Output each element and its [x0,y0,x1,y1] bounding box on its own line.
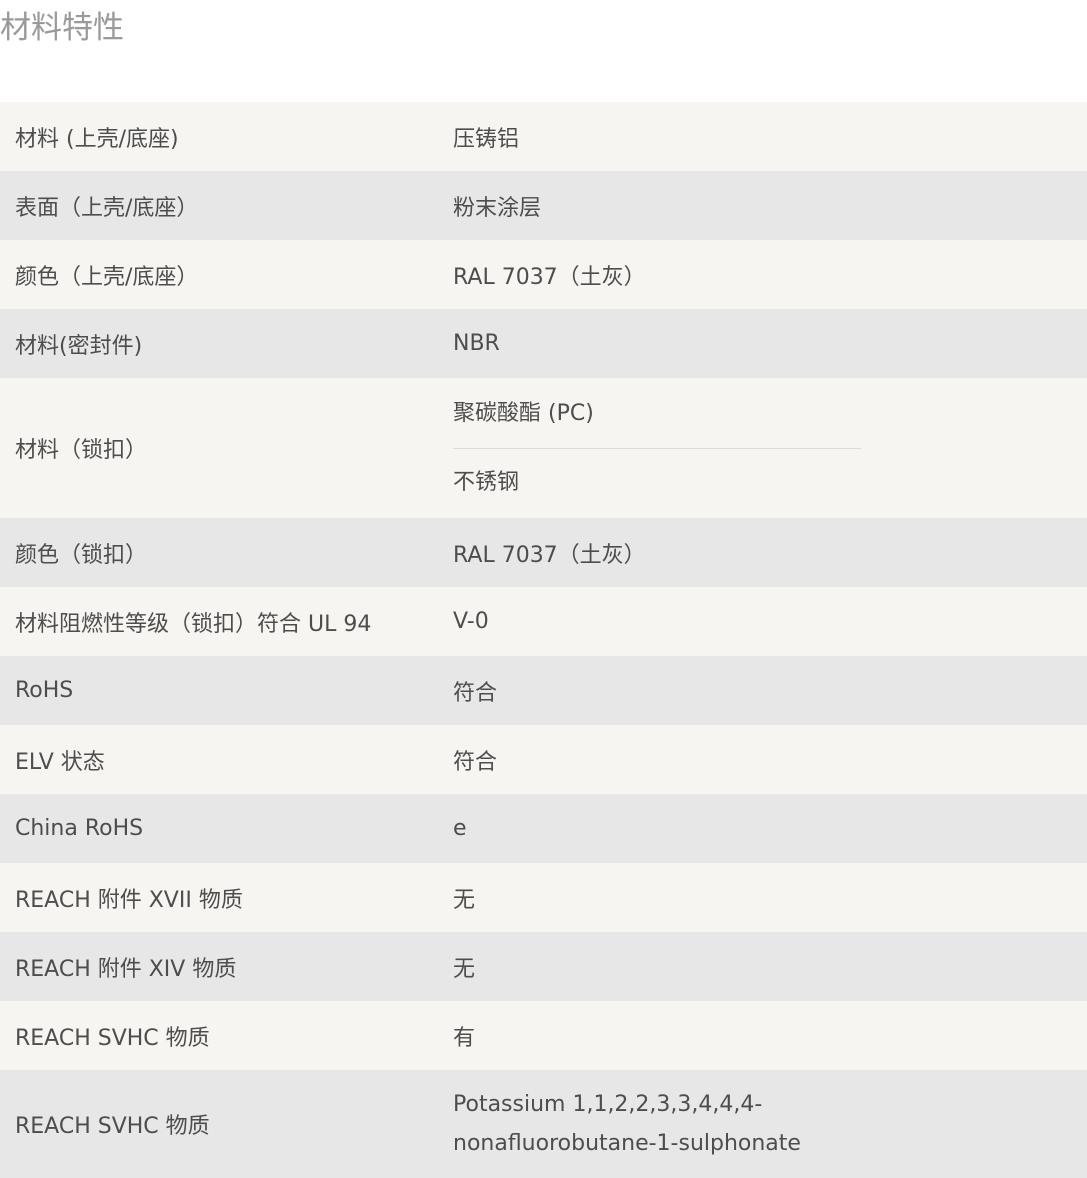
row-label: REACH SVHC 物质 [15,1114,210,1139]
table-row: 材料（锁扣） 聚碳酸酯 (PC) 不锈钢 [0,378,1087,518]
row-value: 聚碳酸酯 (PC) [453,400,594,426]
row-label: 颜色（锁扣） [15,542,148,568]
row-value: Potassium 1,1,2,2,3,3,4,4,4-nonafluorobu… [453,1092,801,1156]
row-label: 表面（上壳/底座） [15,195,199,221]
row-value: V-0 [453,609,489,634]
table-row: REACH 附件 XIV 物质 无 [0,932,1087,1001]
table-row: 颜色（上壳/底座） RAL 7037（土灰） [0,240,1087,309]
table-row: 颜色（锁扣） RAL 7037（土灰） [0,518,1087,587]
row-label: REACH 附件 XIV 物质 [15,956,237,982]
row-value: e [453,816,467,841]
row-label: REACH SVHC 物质 [15,1025,210,1051]
table-row: REACH SVHC 物质 Potassium 1,1,2,2,3,3,4,4,… [0,1070,1087,1178]
row-value: 有 [453,1025,476,1051]
row-value: NBR [453,331,500,356]
table-row: REACH SVHC 物质 有 [0,1001,1087,1070]
table-row: 材料阻燃性等级（锁扣）符合 UL 94 V-0 [0,587,1087,656]
row-label: 材料(密封件) [15,333,143,359]
table-row: 材料 (上壳/底座) 压铸铝 [0,102,1087,171]
row-value-group: 聚碳酸酯 (PC) 不锈钢 [438,378,1087,518]
row-label: RoHS [15,678,74,703]
row-value: 无 [453,956,476,982]
row-value-cell: Potassium 1,1,2,2,3,3,4,4,4-nonafluorobu… [438,1070,1087,1178]
row-label: 材料（锁扣） [15,438,148,463]
row-value: 符合 [453,749,498,775]
row-value: 压铸铝 [453,126,520,152]
row-label: 颜色（上壳/底座） [15,264,199,290]
row-value: 符合 [453,680,498,706]
row-value: 不锈钢 [453,447,861,518]
row-value: RAL 7037（土灰） [453,542,646,568]
row-label: China RoHS [15,816,144,841]
row-value: 粉末涂层 [453,195,542,221]
table-row: 材料(密封件) NBR [0,309,1087,378]
table-row: China RoHS e [0,794,1087,863]
table-row: 表面（上壳/底座） 粉末涂层 [0,171,1087,240]
row-label: 材料 (上壳/底座) [15,126,179,152]
material-properties-table: 材料 (上壳/底座) 压铸铝 表面（上壳/底座） 粉末涂层 颜色（上壳/底座） … [0,102,1087,1178]
row-value: 无 [453,887,476,913]
row-label: 材料阻燃性等级（锁扣）符合 UL 94 [15,611,372,637]
row-label: ELV 状态 [15,749,105,775]
row-label: REACH 附件 XVII 物质 [15,887,243,913]
table-row: RoHS 符合 [0,656,1087,725]
table-row: ELV 状态 符合 [0,725,1087,794]
page-title: 材料特性 [0,10,124,46]
table-row: REACH 附件 XVII 物质 无 [0,863,1087,932]
row-value: RAL 7037（土灰） [453,264,646,290]
